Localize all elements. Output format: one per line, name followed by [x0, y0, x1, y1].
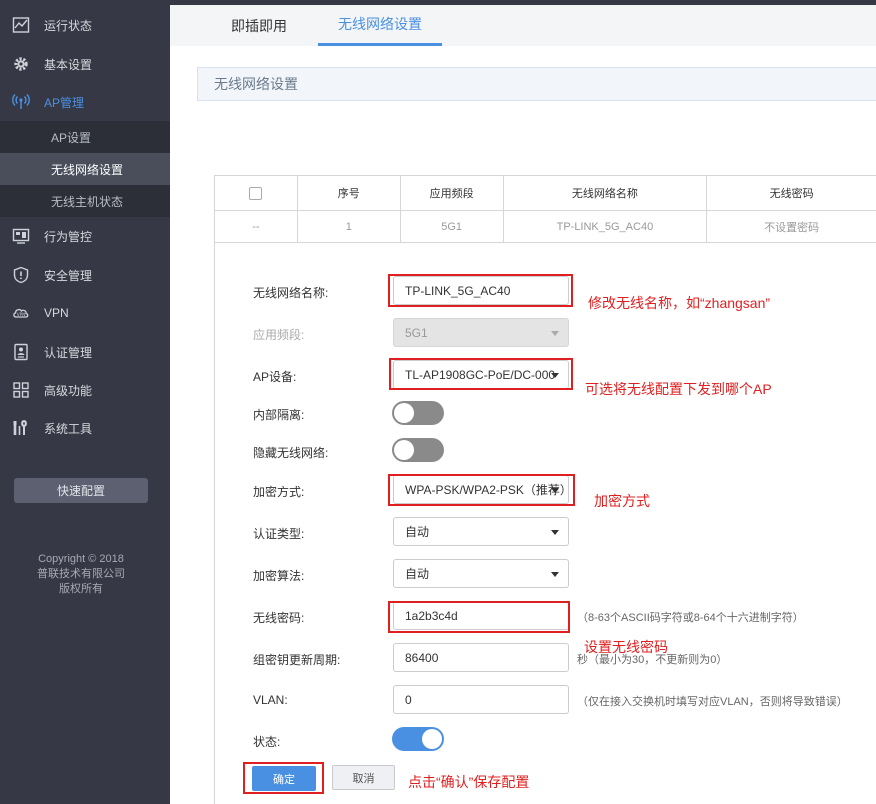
confirm-highlight-box [243, 762, 324, 794]
status-label: 状态: [253, 735, 281, 749]
band-label: 应用频段: [253, 328, 305, 342]
rights-reserved: 版权所有 [59, 583, 103, 595]
toggle-knob [422, 729, 442, 749]
id-card-icon [12, 343, 30, 361]
band-select: 5G1 [393, 318, 569, 347]
sidebar-item-auth-management[interactable]: 认证管理 [0, 333, 170, 371]
hide-ssid-label: 隐藏无线网络: [253, 446, 329, 460]
table-header: 序号 应用频段 无线网络名称 无线密码 [214, 175, 876, 210]
cell-band: 5G1 [401, 211, 504, 242]
sidebar-item-label: 系统工具 [44, 421, 93, 436]
password-hint: （8-63个ASCII码字符或8-64个十六进制字符） [577, 612, 804, 624]
confirm-annotation: 点击“确认”保存配置 [408, 774, 530, 790]
hide-ssid-toggle[interactable] [392, 438, 444, 462]
quick-config-button[interactable]: 快速配置 [14, 478, 148, 503]
vlan-label: VLAN: [253, 693, 288, 707]
cell-index: 1 [298, 211, 401, 242]
sidebar-item-label: 基本设置 [44, 57, 93, 72]
cipher-label: 加密算法: [253, 569, 305, 583]
sidebar-item-vpn[interactable]: VPN VPN [0, 294, 170, 332]
col-header-password: 无线密码 [769, 188, 814, 200]
sidebar-subitem-ap-settings[interactable]: AP设置 [0, 121, 170, 153]
vlan-input[interactable]: 0 [393, 685, 569, 714]
isolation-label: 内部隔离: [253, 408, 305, 422]
chevron-down-icon [551, 572, 559, 577]
ssid-label: 无线网络名称: [253, 286, 329, 300]
cell-password: 不设置密码 [764, 221, 820, 234]
ap-annotation: 可选将无线配置下发到哪个AP [585, 381, 772, 397]
password-highlight-box [388, 601, 570, 633]
ap-device-label: AP设备: [253, 370, 297, 384]
cell-ssid: TP-LINK_5G_AC40 [504, 211, 708, 242]
sidebar-item-label: VPN [44, 306, 69, 320]
rekey-label: 组密钥更新周期: [253, 653, 341, 667]
rekey-input[interactable]: 86400 [393, 643, 569, 672]
sidebar-item-security[interactable]: 安全管理 [0, 256, 170, 294]
auth-type-select[interactable]: 自动 [393, 517, 569, 546]
monitor-icon [12, 227, 30, 245]
sidebar-item-behavior-control[interactable]: 行为管控 [0, 217, 170, 255]
sidebar-item-running-status[interactable]: 运行状态 [0, 6, 170, 44]
sidebar-item-basic-settings[interactable]: 基本设置 [0, 45, 170, 83]
antenna-icon [12, 93, 30, 111]
sidebar-item-advanced[interactable]: 高级功能 [0, 371, 170, 409]
gear-icon [12, 55, 30, 73]
tools-icon [12, 419, 30, 437]
toggle-knob [394, 440, 414, 460]
select-all-cell[interactable] [215, 176, 298, 210]
col-header-ssid: 无线网络名称 [504, 176, 708, 210]
col-header-band: 应用频段 [401, 176, 504, 210]
grid-icon [12, 381, 30, 399]
col-header-index: 序号 [298, 176, 401, 210]
svg-text:VPN: VPN [17, 312, 25, 317]
table-row[interactable]: -- 1 5G1 TP-LINK_5G_AC40 不设置密码 [214, 210, 876, 243]
company-name: 普联技术有限公司 [37, 568, 125, 580]
cipher-select[interactable]: 自动 [393, 559, 569, 588]
chevron-down-icon [551, 530, 559, 535]
sidebar-item-label: 高级功能 [44, 383, 93, 398]
cipher-value: 自动 [405, 567, 430, 581]
vpn-cloud-icon: VPN [12, 304, 30, 322]
sidebar-item-system-tools[interactable]: 系统工具 [0, 409, 170, 447]
band-select-value: 5G1 [405, 325, 428, 340]
auth-type-label: 认证类型: [253, 527, 305, 541]
copyright: Copyright © 2018 普联技术有限公司 版权所有 [0, 552, 162, 597]
encryption-highlight-box [388, 474, 575, 506]
ap-highlight-box [389, 358, 573, 390]
sidebar-subitem-wireless-settings[interactable]: 无线网络设置 [0, 153, 170, 185]
vlan-hint: （仅在接入交换机时填写对应VLAN，否则将导致错误） [577, 696, 848, 708]
tab-plug-and-play[interactable]: 即插即用 [231, 5, 287, 46]
password-annotation: 设置无线密码 [584, 639, 668, 655]
chevron-down-icon [551, 331, 559, 336]
sidebar-item-ap-management[interactable]: AP管理 [0, 83, 170, 121]
password-label: 无线密码: [253, 611, 305, 625]
ssid-highlight-box [388, 274, 573, 307]
chart-icon [12, 16, 30, 34]
sidebar-subitem-wireless-client-status[interactable]: 无线主机状态 [0, 185, 170, 217]
shield-icon [12, 266, 30, 284]
ssid-annotation: 修改无线名称，如“zhangsan” [588, 295, 771, 311]
ap-submenu: AP设置 无线网络设置 无线主机状态 [0, 121, 170, 217]
tab-wireless-settings[interactable]: 无线网络设置 [318, 5, 442, 46]
toggle-knob [394, 403, 414, 423]
top-tabbar: 即插即用 无线网络设置 [170, 0, 876, 46]
sidebar-item-label: AP管理 [44, 95, 85, 110]
encryption-label: 加密方式: [253, 485, 305, 499]
sidebar-item-label: 安全管理 [44, 268, 93, 283]
sidebar-item-label: 运行状态 [44, 18, 93, 33]
cancel-button[interactable]: 取消 [332, 765, 395, 790]
section-title: 无线网络设置 [197, 67, 876, 101]
sidebar: 运行状态 基本设置 AP管理 AP设置 无线网络设置 无线主机状态 行为管控 安… [0, 0, 170, 804]
select-all-checkbox[interactable] [249, 186, 263, 200]
isolation-toggle[interactable] [392, 401, 444, 425]
sidebar-item-label: 认证管理 [44, 345, 93, 360]
sidebar-item-label: 行为管控 [44, 229, 93, 244]
encryption-annotation: 加密方式 [594, 493, 650, 509]
copyright-line: Copyright © 2018 [38, 553, 124, 565]
auth-type-value: 自动 [405, 525, 430, 539]
cell-select: -- [215, 211, 298, 242]
status-toggle[interactable] [392, 727, 444, 751]
